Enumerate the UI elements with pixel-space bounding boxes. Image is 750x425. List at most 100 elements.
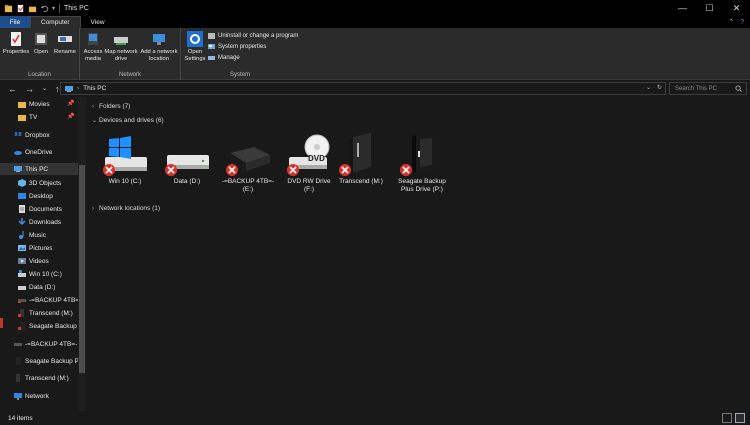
refresh-icon[interactable]: ↻	[657, 84, 662, 91]
drive-item-win10-c[interactable]: Win 10 (C:)	[94, 133, 156, 186]
sidebar-item-documents[interactable]: Documents	[18, 203, 62, 215]
sidebar-item-onedrive[interactable]: OneDrive	[14, 146, 52, 158]
pin-icon[interactable]: 📌	[67, 113, 74, 120]
group-header-devices[interactable]: ⌄ Devices and drives (6)	[92, 117, 164, 124]
search-input[interactable]: Search This PC	[669, 82, 747, 95]
sidebar-item-data-d[interactable]: Data (D:)	[18, 281, 55, 293]
sidebar-item-seagate-p[interactable]: Seagate Backup P	[14, 355, 79, 367]
music-icon	[19, 231, 24, 239]
breadcrumb-this-pc[interactable]: This PC	[83, 85, 106, 92]
uninstall-program-button[interactable]: Uninstall or change a program	[208, 32, 298, 40]
sidebar-item-network[interactable]: Network	[14, 390, 49, 402]
large-icons-view-button[interactable]	[735, 413, 745, 423]
sidebar-item-seagate[interactable]: Seagate Backup	[18, 320, 77, 332]
chevron-right-icon: ›	[92, 103, 94, 110]
drive-item-seagate-p[interactable]: Seagate Backup Plus Drive (P:)	[391, 133, 453, 194]
new-folder-qat-icon[interactable]	[28, 4, 37, 13]
sidebar-item-dropbox[interactable]: Dropbox	[14, 129, 50, 141]
tab-file[interactable]: File	[0, 16, 30, 28]
access-media-button[interactable]: Access media	[82, 31, 104, 62]
sidebar-item-music[interactable]: Music	[18, 229, 46, 241]
up-arrow-icon[interactable]: ↑	[55, 84, 60, 94]
drive-item-backup-e[interactable]: -=BACKUP 4TB=- (E:)	[217, 133, 279, 194]
rename-button[interactable]: Rename	[52, 31, 78, 56]
network-location-icon	[153, 34, 165, 45]
forward-arrow-icon[interactable]: →	[25, 84, 34, 94]
network-icon	[14, 393, 22, 400]
drive-label: Data (D:)	[173, 178, 201, 185]
sidebar-item-transcend-m[interactable]: Transcend (M:)	[18, 307, 73, 319]
pc-icon	[14, 166, 22, 172]
sidebar-item-transcend[interactable]: Transcend (M:)	[14, 372, 69, 384]
quick-access-toolbar: ▾	[0, 4, 55, 13]
access-media-icon	[88, 33, 98, 45]
undo-icon[interactable]	[40, 4, 49, 13]
drive-item-data-d[interactable]: Data (D:)	[156, 133, 218, 186]
add-network-location-button[interactable]: Add a network location	[138, 31, 180, 62]
drive-label: -=BACKUP 4TB=- (E:)	[221, 178, 275, 194]
explorer-icon	[4, 4, 13, 12]
group-header-network[interactable]: › Network locations (1)	[92, 205, 160, 212]
maximize-button[interactable]: ☐	[696, 0, 723, 16]
collapse-ribbon-icon[interactable]: ⌃	[728, 18, 734, 26]
sidebar-item-backup-e[interactable]: -=BACKUP 4TB=-	[18, 294, 81, 306]
back-arrow-icon[interactable]: ←	[8, 84, 17, 94]
navpane-scrollbar[interactable]	[78, 97, 86, 411]
3d-objects-icon	[18, 179, 26, 187]
navigation-buttons: ← → ⌄ ↑	[0, 84, 60, 94]
qat-dropdown-icon[interactable]: ▾	[52, 5, 55, 12]
sidebar-item-3d-objects[interactable]: 3D Objects	[18, 177, 61, 189]
item-count: 14 items	[8, 414, 33, 422]
pc-small-icon	[65, 85, 73, 92]
group-header-folders[interactable]: › Folders (7)	[92, 103, 130, 110]
view-toggle	[722, 413, 745, 423]
open-settings-button[interactable]: Open Settings	[183, 31, 207, 62]
map-network-drive-button[interactable]: Map network drive	[104, 31, 138, 62]
navpane-scrollbar-thumb[interactable]	[79, 165, 85, 373]
sidebar-item-movies[interactable]: Movies	[18, 98, 50, 110]
status-bar: 14 items	[0, 411, 750, 425]
manage-button[interactable]: Manage	[208, 54, 240, 62]
recent-locations-icon[interactable]: ⌄	[42, 85, 47, 92]
address-dropdown-icon[interactable]: ⌄	[646, 84, 651, 91]
address-field[interactable]: › This PC ⌄ ↻	[60, 82, 666, 95]
help-icon[interactable]: ?	[740, 19, 744, 26]
search-icon	[735, 85, 742, 92]
properties-qat-icon[interactable]	[16, 4, 25, 13]
map-drive-icon	[114, 37, 128, 45]
sidebar-item-videos[interactable]: Videos	[18, 255, 49, 267]
sidebar-item-backup-4tb[interactable]: -=BACKUP 4TB=-	[14, 338, 77, 350]
downloads-icon	[18, 218, 26, 226]
minimize-button[interactable]: —	[669, 0, 696, 16]
tab-computer[interactable]: Computer	[30, 16, 81, 28]
drive-icon	[16, 357, 21, 365]
search-placeholder: Search This PC	[675, 85, 717, 92]
portable-drive-icon	[339, 133, 371, 176]
system-properties-button[interactable]: System properties	[208, 43, 266, 51]
sidebar-item-downloads[interactable]: Downloads	[18, 216, 61, 228]
ribbon-group-label: System	[229, 72, 250, 78]
address-actions: ⌄ ↻	[646, 84, 662, 91]
breadcrumb-separator-icon: ›	[77, 85, 80, 92]
properties-button[interactable]: Properties	[3, 31, 29, 56]
drive-item-transcend-m[interactable]: Transcend (M:)	[330, 133, 392, 186]
drive-icon	[18, 286, 26, 290]
sidebar-item-tv[interactable]: TV	[18, 111, 37, 123]
ribbon-tabs: File Computer View ⌃ ?	[0, 16, 750, 28]
open-button[interactable]: Open	[32, 31, 50, 56]
sidebar-item-desktop[interactable]: Desktop	[18, 190, 53, 202]
content-pane: › Folders (7) ⌄ Devices and drives (6) W…	[86, 97, 750, 411]
pin-icon[interactable]: 📌	[67, 100, 74, 107]
close-button[interactable]: ✕	[723, 0, 750, 16]
sidebar-item-this-pc[interactable]: This PC	[0, 163, 78, 175]
sidebar-item-win10-c[interactable]: Win 10 (C:)	[18, 268, 62, 280]
drive-label: Win 10 (C:)	[108, 178, 142, 185]
details-view-button[interactable]	[722, 413, 732, 423]
drive-icon	[14, 343, 22, 346]
external-drive-icon	[226, 147, 270, 176]
onedrive-icon	[14, 151, 22, 155]
seagate-drive-icon	[400, 133, 436, 176]
tab-view[interactable]: View	[81, 16, 115, 28]
sidebar-item-pictures[interactable]: Pictures	[18, 242, 52, 254]
dropbox-icon	[14, 132, 22, 136]
